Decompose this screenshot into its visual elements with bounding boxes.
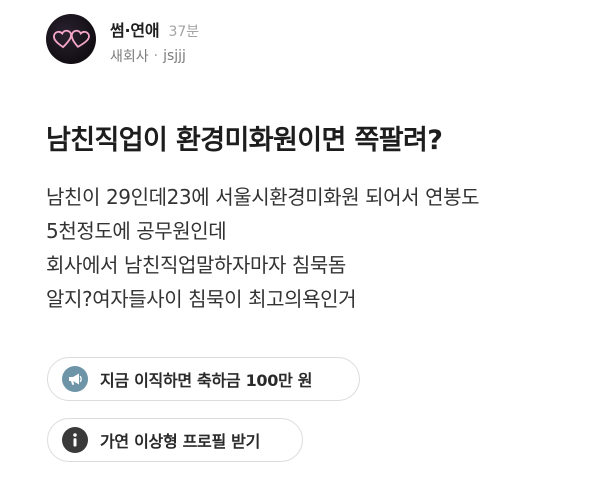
post-screen: 썸·연애 37분 새회사 · jsjjj 남친직업이 환경미화원이면 쪽팔려? … — [0, 0, 600, 497]
hearts-icon — [53, 29, 90, 49]
avatar[interactable] — [46, 14, 96, 64]
job-change-bonus-button[interactable]: 지금 이직하면 축하금 100만 원 — [47, 357, 360, 401]
post-body: 남친이 29인데23에 서울시환경미화원 되어서 연봉도 5천정도에 공무원인데… — [46, 180, 586, 316]
meta-separator: · — [153, 48, 159, 64]
ideal-type-profile-button[interactable]: 가연 이상형 프로필 받기 — [47, 418, 303, 462]
post-meta: 썸·연애 37분 새회사 · jsjjj — [110, 17, 199, 66]
job-change-bonus-label: 지금 이직하면 축하금 100만 원 — [100, 371, 313, 390]
ideal-type-profile-label: 가연 이상형 프로필 받기 — [100, 432, 261, 451]
company-name: 새회사 — [110, 49, 149, 65]
info-icon — [62, 427, 88, 453]
post-title: 남친직업이 환경미화원이면 쪽팔려? — [46, 125, 443, 156]
body-line: 5천정도에 공무원인데 — [46, 219, 227, 243]
user-handle: jsjjj — [163, 48, 186, 64]
body-line: 남친이 29인데23에 서울시환경미화원 되어서 연봉도 — [46, 185, 480, 209]
post-time: 37분 — [168, 24, 200, 40]
post-header: 썸·연애 37분 새회사 · jsjjj — [46, 14, 199, 66]
board-name[interactable]: 썸·연애 — [110, 17, 160, 41]
body-line: 알지?여자들사이 침묵이 최고의욕인거 — [46, 287, 357, 311]
megaphone-icon — [62, 366, 88, 392]
body-line: 회사에서 남친직업말하자마자 침묵돔 — [46, 253, 346, 277]
